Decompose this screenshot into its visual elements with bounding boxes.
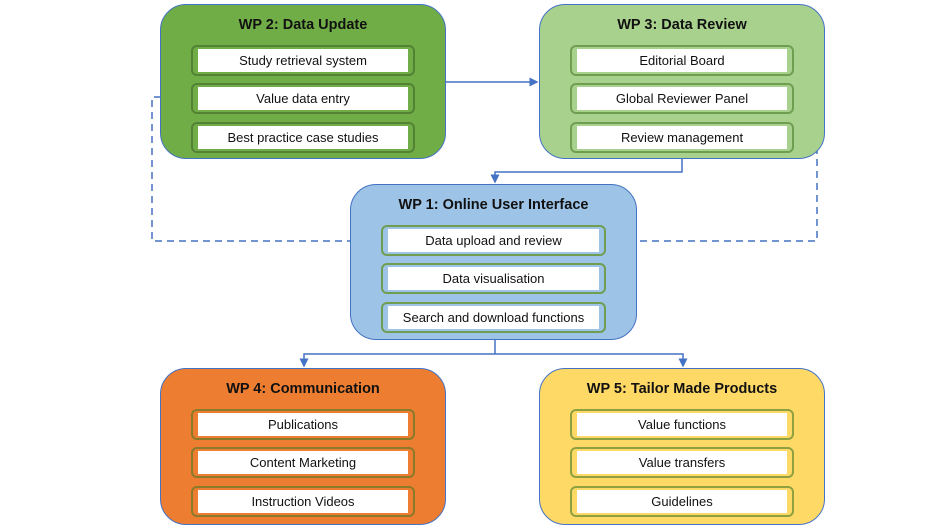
wp5-title: WP 5: Tailor Made Products: [586, 381, 778, 397]
item-study-retrieval-system: Study retrieval system: [191, 45, 415, 76]
wp3-data-review-box: WP 3: Data Review Editorial Board Global…: [539, 4, 825, 159]
wp4-communication-box: WP 4: Communication Publications Content…: [160, 368, 446, 525]
item-instruction-videos: Instruction Videos: [191, 486, 415, 517]
wp3-title: WP 3: Data Review: [617, 17, 747, 33]
item-data-upload-and-review: Data upload and review: [381, 225, 606, 256]
item-best-practice-case-studies: Best practice case studies: [191, 122, 415, 153]
wp4-title: WP 4: Communication: [226, 381, 380, 397]
wp1-online-user-interface-box: WP 1: Online User Interface Data upload …: [350, 184, 637, 340]
wp2-data-update-box: WP 2: Data Update Study retrieval system…: [160, 4, 446, 159]
item-review-management: Review management: [570, 122, 794, 153]
item-global-reviewer-panel: Global Reviewer Panel: [570, 83, 794, 114]
item-content-marketing: Content Marketing: [191, 447, 415, 478]
item-editorial-board: Editorial Board: [570, 45, 794, 76]
item-guidelines: Guidelines: [570, 486, 794, 517]
wp5-tailor-made-products-box: WP 5: Tailor Made Products Value functio…: [539, 368, 825, 525]
wp2-title: WP 2: Data Update: [238, 17, 368, 33]
item-value-transfers: Value transfers: [570, 447, 794, 478]
item-search-and-download-functions: Search and download functions: [381, 302, 606, 333]
item-value-functions: Value functions: [570, 409, 794, 440]
item-publications: Publications: [191, 409, 415, 440]
connector-wp3-wp1: [490, 159, 683, 184]
connector-wp1-wp4: [299, 353, 495, 368]
item-data-visualisation: Data visualisation: [381, 263, 606, 294]
connector-wp1-wp5: [495, 353, 688, 368]
wp1-title: WP 1: Online User Interface: [398, 197, 589, 213]
item-value-data-entry: Value data entry: [191, 83, 415, 114]
